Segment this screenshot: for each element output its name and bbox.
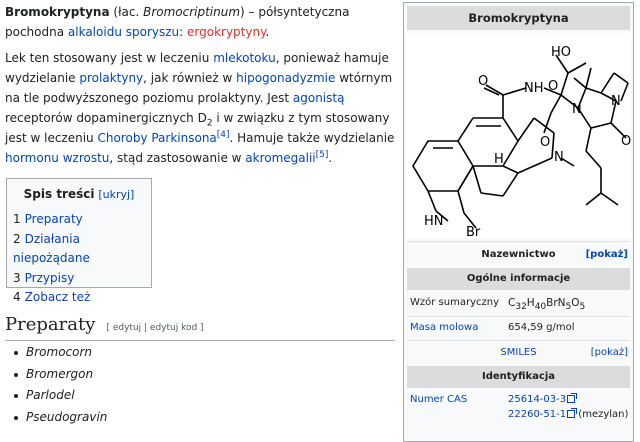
chemical-structure-diagram: O NH O HO O N N O H N HN Br xyxy=(412,45,631,240)
text: . Hamuje także wydzielanie xyxy=(229,131,395,145)
atom-o: O xyxy=(621,134,631,149)
cas-2-note: (mezylan) xyxy=(575,409,629,420)
structure-image: O NH O HO O N N O H N HN Br xyxy=(406,33,631,240)
wzor-value: C32H40BrN5O5 xyxy=(508,297,586,313)
body-paragraph: Lek ten stosowany jest w leczeniu mlekot… xyxy=(5,48,395,168)
external-link-icon xyxy=(567,408,578,418)
cas-label-link[interactable]: Numer CAS xyxy=(410,394,467,405)
link-agonista[interactable]: agonistą xyxy=(293,91,345,105)
latin-name: Bromocriptinum xyxy=(139,5,241,19)
text: : xyxy=(179,25,187,39)
atom-hn: HN xyxy=(424,214,444,229)
atom-o: O xyxy=(540,135,550,150)
toc-item-dzialania[interactable]: 2 Działania niepożądane xyxy=(13,230,151,269)
masa-value: 654,59 g/mol xyxy=(508,322,575,333)
atom-h: H xyxy=(494,152,504,167)
text: Lek ten stosowany jest w leczeniu xyxy=(5,51,214,65)
toc-num: 4 xyxy=(13,290,21,304)
toc-title: Spis treści xyxy=(23,187,95,201)
infobox: Bromokryptyna O NH O HO O N N O H N HN B… xyxy=(403,2,634,442)
toc-num: 2 xyxy=(13,231,21,246)
toc-num: 3 xyxy=(13,270,21,285)
divider xyxy=(407,340,630,341)
show-nazewnictwo-button[interactable]: [pokaż] xyxy=(586,245,628,265)
text: , stąd zastosowanie w xyxy=(109,151,246,165)
toc-item-zobacz[interactable]: 4 Zobacz też xyxy=(13,288,151,308)
wzor-label: Wzór sumaryczny xyxy=(410,297,499,308)
atom-n: N xyxy=(572,102,582,117)
nazewnictwo-row[interactable]: Nazewnictwo [pokaż] xyxy=(407,245,630,265)
text: , jak również w xyxy=(143,71,237,85)
text: ( xyxy=(109,5,119,19)
list-item: Parlodel xyxy=(14,385,107,407)
section-header-identyfikacja: Identyfikacja xyxy=(407,366,630,388)
atom-ho: HO xyxy=(551,45,571,60)
toc-item-przypisy[interactable]: 3 Przypisy xyxy=(13,269,151,289)
edit-section-links[interactable]: [ edytuj | edytuj kod ] xyxy=(106,323,203,333)
link-hipogonadyzmie[interactable]: hipogonadyzmie xyxy=(236,71,335,85)
text: receptorów dopaminergicznych D xyxy=(5,111,207,125)
toc-item-preparaty[interactable]: 1 Preparaty xyxy=(13,210,151,230)
toc-header: Spis treści [ukryj] xyxy=(7,185,151,204)
toc-link[interactable]: Działania niepożądane xyxy=(13,232,90,266)
toc-num: 1 xyxy=(13,212,21,226)
atom-o: O xyxy=(478,74,488,89)
text: łac. xyxy=(118,5,140,19)
toc-toggle[interactable]: [ukryj] xyxy=(98,188,134,201)
link-hormon[interactable]: hormonu wzrostu xyxy=(5,151,109,165)
divider xyxy=(407,241,630,242)
cas-2: 22260-51-1 (mezylan) xyxy=(508,408,629,420)
link-ergokryptyny[interactable]: ergokryptyny xyxy=(187,25,265,39)
cas-1-link[interactable]: 25614-03-3 xyxy=(508,394,566,405)
toc-link[interactable]: Preparaty xyxy=(25,212,83,226)
row-masa: Masa molowa 654,59 g/mol xyxy=(407,317,630,339)
atom-n: N xyxy=(611,94,621,109)
list-item: Pseudogravin xyxy=(14,407,107,429)
text: . xyxy=(328,151,333,165)
section-heading: Preparaty [ edytuj | edytuj kod ] xyxy=(5,312,395,341)
infobox-title: Bromokryptyna xyxy=(407,6,630,30)
smiles-link[interactable]: SMILES xyxy=(500,347,536,358)
ref-4[interactable]: [4] xyxy=(217,130,230,140)
preparaty-list: Bromocorn Bromergon Parlodel Pseudogravi… xyxy=(14,342,107,428)
masa-link[interactable]: Masa molowa xyxy=(410,322,478,333)
t: 32 xyxy=(515,302,527,313)
link-akromegalii[interactable]: akromegalii xyxy=(245,151,315,165)
ref-5[interactable]: [5] xyxy=(316,150,329,160)
row-wzor: Wzór sumaryczny C32H40BrN5O5 xyxy=(407,292,630,316)
t: 40 xyxy=(534,302,547,313)
atom-nh: NH xyxy=(524,81,544,96)
show-smiles-button[interactable]: [pokaż] xyxy=(591,343,628,363)
t: H xyxy=(526,297,535,309)
nazewnictwo-label: Nazewnictwo xyxy=(481,249,556,260)
article-title-bold: Bromokryptyna xyxy=(5,5,110,19)
toc-link[interactable]: Przypisy xyxy=(25,271,75,285)
t: O xyxy=(571,297,580,309)
section-title: Preparaty xyxy=(5,314,96,335)
atom-n-methyl: N xyxy=(554,150,564,165)
t: 5 xyxy=(579,302,586,313)
cas-1: 25614-03-3 xyxy=(508,393,578,405)
smiles-row[interactable]: SMILES [pokaż] xyxy=(407,343,630,363)
t: BrN xyxy=(546,297,566,309)
intro-paragraph: Bromokryptyna (łac. Bromocriptinum) – pó… xyxy=(5,2,395,42)
list-item: Bromergon xyxy=(14,364,107,386)
table-of-contents: Spis treści [ukryj] 1 Preparaty 2 Działani… xyxy=(6,178,152,304)
link-prolaktyny[interactable]: prolaktyny xyxy=(79,71,143,85)
list-item: Bromocorn xyxy=(14,342,107,364)
atom-o: O xyxy=(548,79,558,94)
toc-link[interactable]: Zobacz też xyxy=(25,290,91,304)
link-mlekotok[interactable]: mlekotoku xyxy=(213,51,276,65)
text: . xyxy=(265,25,270,39)
row-cas: Numer CAS 25614-03-3 22260-51-1 (mezylan… xyxy=(407,391,630,429)
link-parkinson[interactable]: Choroby Parkinsona xyxy=(97,131,216,145)
cas-2-link[interactable]: 22260-51-1 xyxy=(508,409,566,420)
toc-list: 1 Preparaty 2 Działania niepożądane 3 Przyp… xyxy=(13,210,151,308)
atom-br: Br xyxy=(466,225,481,238)
link-alkaloid[interactable]: alkaloidu sporyszu xyxy=(68,25,179,39)
external-link-icon xyxy=(567,393,578,403)
section-header-ogolne: Ogólne informacje xyxy=(407,268,630,290)
